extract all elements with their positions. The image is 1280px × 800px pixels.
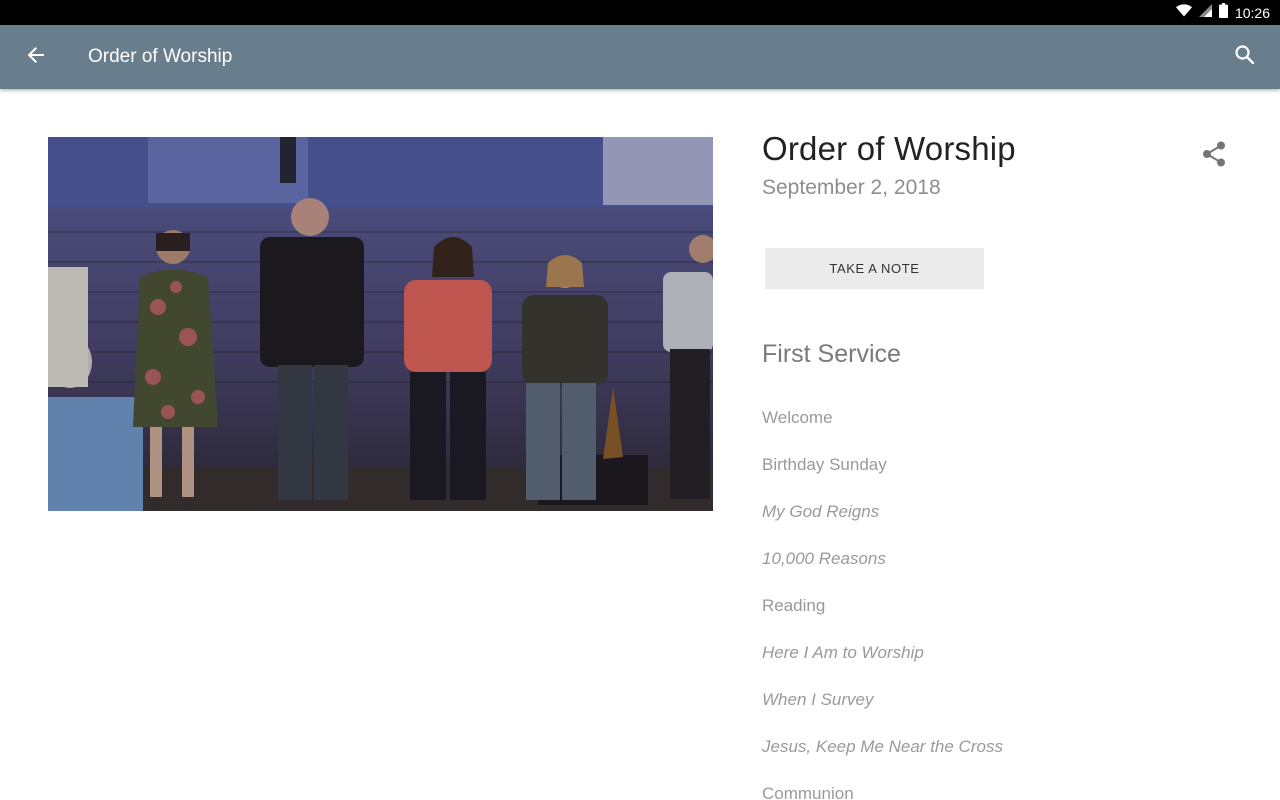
list-item[interactable]: My God Reigns	[762, 498, 1003, 545]
app-bar: Order of Worship	[0, 25, 1280, 89]
list-item[interactable]: When I Survey	[762, 686, 1003, 733]
page-title: Order of Worship	[762, 130, 1016, 167]
app-bar-title: Order of Worship	[88, 46, 233, 67]
search-icon	[1234, 45, 1254, 69]
order-list: Welcome Birthday Sunday My God Reigns 10…	[762, 404, 1003, 800]
search-button[interactable]	[1230, 43, 1258, 71]
status-time: 10:26	[1234, 4, 1270, 21]
status-bar: 10:26	[0, 0, 1280, 25]
list-item[interactable]: Birthday Sunday	[762, 451, 1003, 498]
share-button[interactable]	[1198, 140, 1230, 172]
battery-icon	[1218, 2, 1228, 23]
detail-header: Order of Worship September 2, 2018	[762, 130, 1232, 200]
take-a-note-button[interactable]: TAKE A NOTE	[765, 248, 984, 289]
share-icon	[1202, 141, 1226, 172]
signal-icon	[1198, 3, 1212, 22]
list-item[interactable]: Jesus, Keep Me Near the Cross	[762, 733, 1003, 780]
hero-image	[48, 137, 713, 511]
arrow-back-icon	[27, 46, 45, 69]
list-item[interactable]: Reading	[762, 592, 1003, 639]
list-item[interactable]: Communion	[762, 780, 1003, 800]
list-item[interactable]: Here I Am to Worship	[762, 639, 1003, 686]
list-item[interactable]: 10,000 Reasons	[762, 545, 1003, 592]
wifi-icon	[1175, 3, 1192, 22]
status-icons: 10:26	[1175, 0, 1270, 25]
back-button[interactable]	[22, 43, 50, 71]
list-item[interactable]: Welcome	[762, 404, 1003, 451]
section-title: First Service	[762, 340, 901, 368]
service-date: September 2, 2018	[762, 176, 941, 199]
